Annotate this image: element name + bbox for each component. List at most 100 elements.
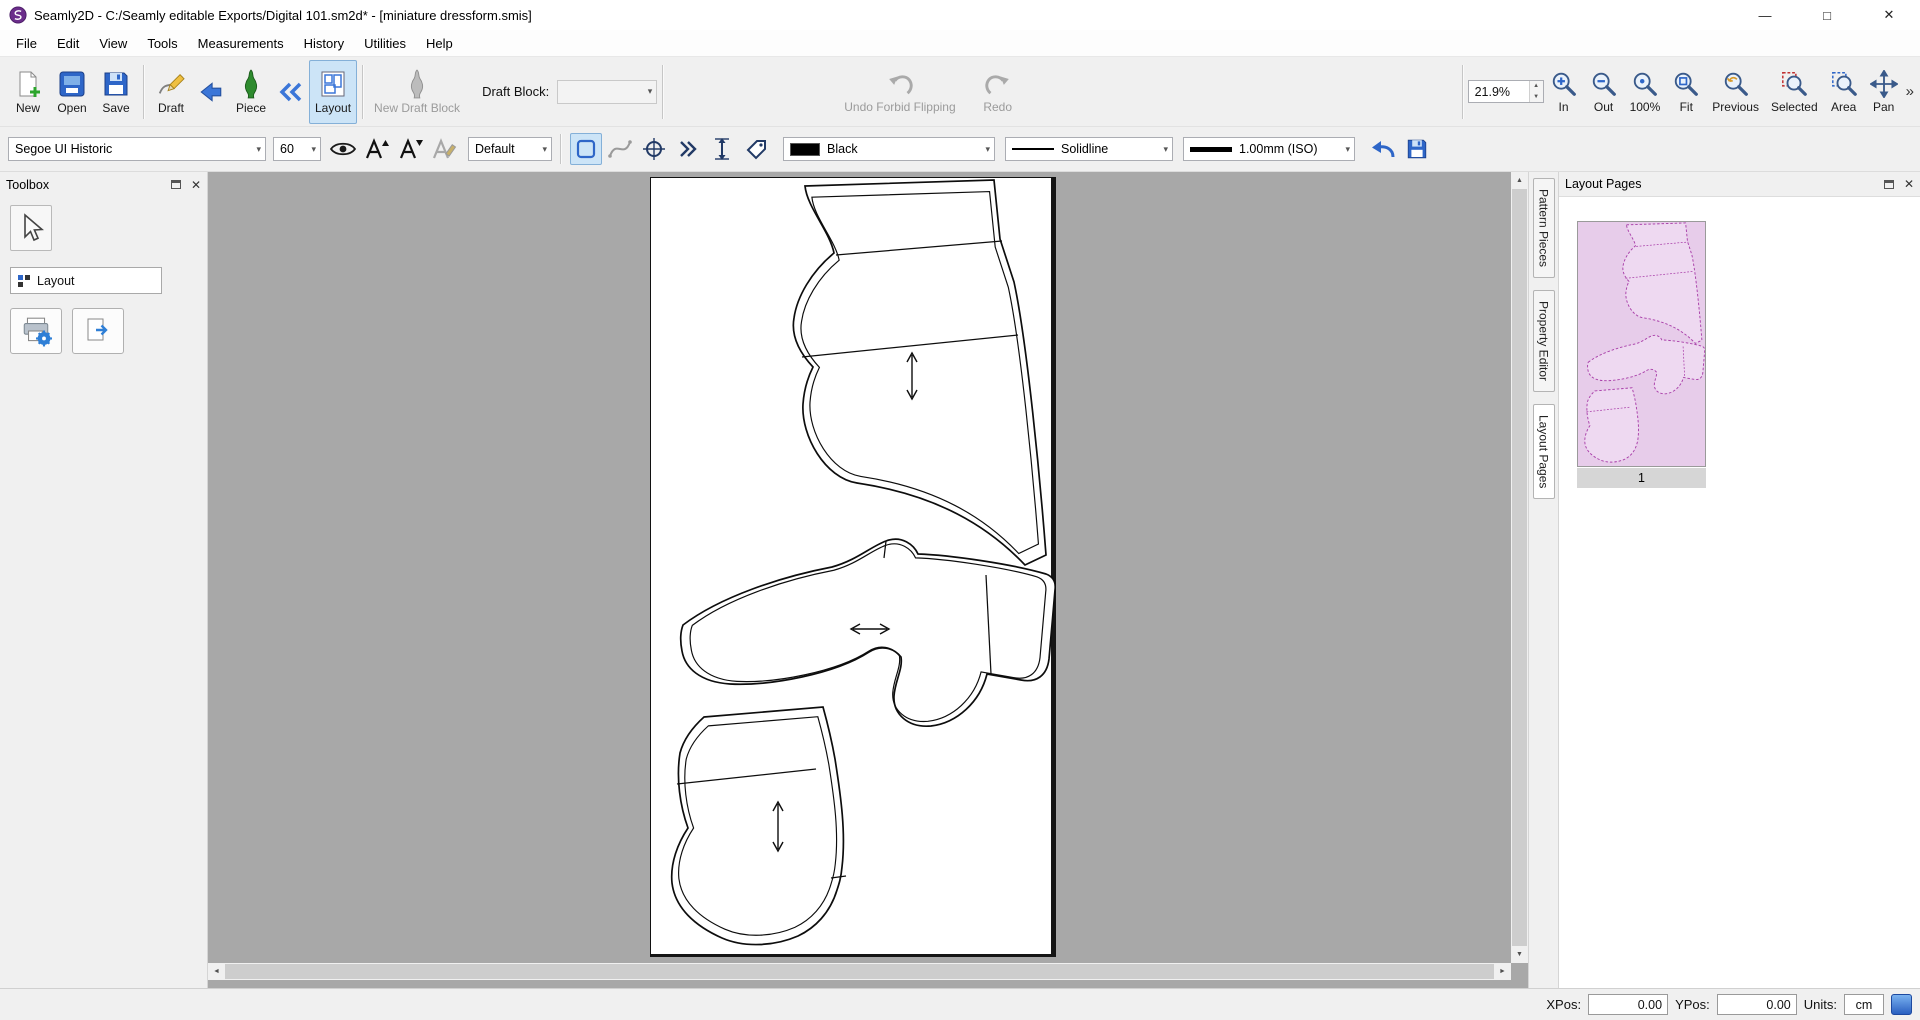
float-panel-icon[interactable] <box>171 180 181 189</box>
zoom-previous-button[interactable]: Previous <box>1706 60 1765 124</box>
zoom-out-button[interactable]: Out <box>1584 60 1624 124</box>
zoom-selected-button[interactable]: Selected <box>1765 60 1824 124</box>
horizontal-scroll-thumb[interactable] <box>225 964 1494 979</box>
scroll-left-icon[interactable]: ◄ <box>208 963 225 980</box>
float-panel-icon[interactable] <box>1884 180 1894 189</box>
union-tool-button[interactable] <box>570 133 602 165</box>
layout-page-thumbnail[interactable]: 1 <box>1577 221 1706 488</box>
zoom-area-button[interactable]: Area <box>1824 60 1864 124</box>
layout-page-sheet <box>650 177 1056 957</box>
zoom-100-button[interactable]: 100% <box>1624 60 1667 124</box>
anchor-point-tool-button[interactable] <box>638 133 670 165</box>
curve-tool-button[interactable] <box>604 133 636 165</box>
draft-block-combobox[interactable]: ▾ <box>557 80 657 104</box>
chevron-down-icon: ▾ <box>1159 144 1172 155</box>
increase-font-button[interactable] <box>361 133 393 165</box>
pattern-piece-bottom[interactable] <box>672 707 846 945</box>
window-controls: — □ ✕ <box>1734 0 1920 30</box>
toolbar-overflow-button[interactable]: » <box>1906 83 1914 100</box>
zoom-fit-icon <box>1672 70 1700 98</box>
undo-icon <box>885 70 915 98</box>
label-tool-button[interactable] <box>740 133 772 165</box>
menu-history[interactable]: History <box>294 32 354 55</box>
chevron-down-icon: ▾ <box>981 144 994 155</box>
zoom-spinbox[interactable]: 21.9% ▲ ▼ <box>1468 80 1544 103</box>
scroll-up-icon[interactable]: ▲ <box>1511 172 1528 189</box>
save-attributes-button[interactable] <box>1401 133 1433 165</box>
decrease-font-button[interactable] <box>395 133 427 165</box>
dock-tab-strip: Pattern Pieces Property Editor Layout Pa… <box>1528 172 1558 988</box>
pattern-piece-top[interactable] <box>793 180 1046 565</box>
line-type-combobox[interactable]: Solidline ▾ <box>1005 137 1173 161</box>
undo-forbid-flipping-button[interactable]: Undo Forbid Flipping <box>838 60 961 124</box>
pattern-piece-middle[interactable] <box>681 539 1056 726</box>
new-button[interactable]: New <box>6 60 50 124</box>
piece-outline-icon <box>574 137 598 161</box>
font-size-combobox[interactable]: 60 ▾ <box>273 137 321 161</box>
zoom-selected-icon <box>1780 70 1808 98</box>
grainline-tool-button[interactable] <box>706 133 738 165</box>
arrow-select-tool-button[interactable] <box>10 205 52 251</box>
open-button[interactable]: Open <box>50 60 94 124</box>
horizontal-scrollbar[interactable]: ◄ ► <box>208 963 1511 980</box>
edit-label-template-button[interactable] <box>429 133 461 165</box>
zoom-pan-button[interactable]: Pan <box>1864 60 1904 124</box>
export-page-icon <box>83 316 113 346</box>
menu-bar: File Edit View Tools Measurements Histor… <box>0 30 1920 57</box>
format-toolbar: Segoe UI Historic ▾ 60 ▾ <box>0 127 1920 172</box>
menu-file[interactable]: File <box>6 32 47 55</box>
zoom-fit-button[interactable]: Fit <box>1666 60 1706 124</box>
layout-mode-button[interactable]: Layout <box>309 60 357 124</box>
blue-undo-arrow-icon <box>1370 138 1396 160</box>
switch-to-draft-arrow-button[interactable] <box>193 60 229 124</box>
open-file-icon <box>57 69 87 99</box>
layout-settings-tool-button[interactable] <box>10 308 62 354</box>
pan-icon <box>1870 70 1898 98</box>
label-template-combobox[interactable]: Default ▾ <box>468 137 552 161</box>
close-button[interactable]: ✕ <box>1858 0 1920 30</box>
switch-mode-double-arrow-button[interactable] <box>273 60 309 124</box>
menu-utilities[interactable]: Utilities <box>354 32 416 55</box>
new-draft-block-button[interactable]: New Draft Block <box>368 60 466 124</box>
vertical-scrollbar[interactable]: ▲ ▼ <box>1511 172 1528 963</box>
line-width-combobox[interactable]: 1.00mm (ISO) ▾ <box>1183 137 1355 161</box>
redo-button[interactable]: Redo <box>976 60 1020 124</box>
menu-help[interactable]: Help <box>416 32 463 55</box>
cursor-arrow-icon <box>18 213 44 243</box>
internal-path-tool-button[interactable] <box>672 133 704 165</box>
zoom-out-icon <box>1590 70 1618 98</box>
draft-mode-button[interactable]: Draft <box>149 60 193 124</box>
reset-attributes-button[interactable] <box>1367 133 1399 165</box>
menu-view[interactable]: View <box>89 32 137 55</box>
menu-edit[interactable]: Edit <box>47 32 89 55</box>
tab-layout-pages[interactable]: Layout Pages <box>1533 404 1555 499</box>
scroll-down-icon[interactable]: ▼ <box>1511 946 1528 963</box>
tab-property-editor[interactable]: Property Editor <box>1533 290 1555 392</box>
toolbox-panel: Toolbox ✕ Layout <box>0 172 208 988</box>
close-panel-icon[interactable]: ✕ <box>191 179 201 191</box>
chevron-down-icon: ▾ <box>1341 144 1354 155</box>
save-button[interactable]: Save <box>94 60 138 124</box>
close-panel-icon[interactable]: ✕ <box>1904 178 1914 190</box>
scroll-right-icon[interactable]: ► <box>1494 963 1511 980</box>
menu-tools[interactable]: Tools <box>137 32 187 55</box>
layout-canvas[interactable]: ◄ ► ▲ ▼ <box>208 172 1528 988</box>
zoom-spin-down-button[interactable]: ▼ <box>1530 92 1543 103</box>
zoom-in-button[interactable]: In <box>1544 60 1584 124</box>
export-layout-tool-button[interactable] <box>72 308 124 354</box>
line-color-combobox[interactable]: Black ▾ <box>783 137 995 161</box>
vertical-scroll-thumb[interactable] <box>1512 189 1527 946</box>
printer-settings-icon <box>20 315 52 347</box>
minimize-button[interactable]: — <box>1734 0 1796 30</box>
zoom-spin-up-button[interactable]: ▲ <box>1530 81 1543 92</box>
show-labels-button[interactable] <box>327 133 359 165</box>
menu-measurements[interactable]: Measurements <box>188 32 294 55</box>
tab-pattern-pieces[interactable]: Pattern Pieces <box>1533 178 1555 278</box>
piece-mode-button[interactable]: Piece <box>229 60 273 124</box>
font-family-combobox[interactable]: Segoe UI Historic ▾ <box>8 137 266 161</box>
toolbox-layout-section[interactable]: Layout <box>10 267 162 294</box>
toolbar-separator <box>143 65 144 119</box>
maximize-button[interactable]: □ <box>1796 0 1858 30</box>
ypos-label: YPos: <box>1675 997 1710 1012</box>
scene-info-icon[interactable] <box>1891 994 1912 1015</box>
